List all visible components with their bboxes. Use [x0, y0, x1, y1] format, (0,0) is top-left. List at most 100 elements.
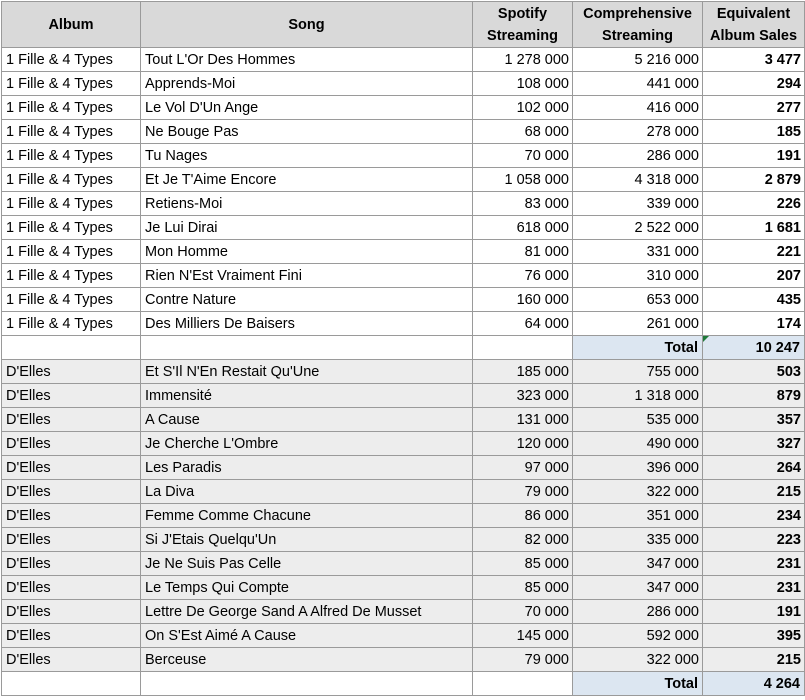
cell-album[interactable]: 1 Fille & 4 Types	[1, 95, 141, 120]
cell-comprehensive-streaming[interactable]: 535 000	[572, 407, 703, 432]
cell-comprehensive-streaming[interactable]: 416 000	[572, 95, 703, 120]
cell-song[interactable]: Mon Homme	[140, 239, 473, 264]
col-header-comprehensive[interactable]: Comprehensive Streaming	[572, 1, 703, 48]
cell-comprehensive-streaming[interactable]: 339 000	[572, 191, 703, 216]
cell-comprehensive-streaming[interactable]: 490 000	[572, 431, 703, 456]
cell-album[interactable]: 1 Fille & 4 Types	[1, 311, 141, 336]
cell-song[interactable]: Je Lui Dirai	[140, 215, 473, 240]
cell-comprehensive-streaming[interactable]: 5 216 000	[572, 47, 703, 72]
cell-spotify-streaming[interactable]: 85 000	[472, 575, 573, 600]
cell-spotify-streaming[interactable]: 68 000	[472, 119, 573, 144]
col-header-song[interactable]: Song	[140, 1, 473, 48]
cell-song[interactable]: Femme Comme Chacune	[140, 503, 473, 528]
cell-spotify-streaming[interactable]: 85 000	[472, 551, 573, 576]
cell-equivalent-album-sales[interactable]: 277	[702, 95, 805, 120]
cell-spotify-streaming[interactable]: 70 000	[472, 599, 573, 624]
cell-spotify-streaming[interactable]: 82 000	[472, 527, 573, 552]
cell-comprehensive-streaming[interactable]: 322 000	[572, 647, 703, 672]
cell-song[interactable]: Je Cherche L'Ombre	[140, 431, 473, 456]
cell-spotify-streaming[interactable]: 83 000	[472, 191, 573, 216]
cell-equivalent-album-sales[interactable]: 185	[702, 119, 805, 144]
cell-album[interactable]: D'Elles	[1, 647, 141, 672]
cell-equivalent-album-sales[interactable]: 2 879	[702, 167, 805, 192]
cell-spotify-streaming[interactable]: 64 000	[472, 311, 573, 336]
cell-song[interactable]: Apprends-Moi	[140, 71, 473, 96]
cell-album[interactable]: 1 Fille & 4 Types	[1, 215, 141, 240]
cell-song[interactable]: La Diva	[140, 479, 473, 504]
cell-equivalent-album-sales[interactable]: 3 477	[702, 47, 805, 72]
cell-song[interactable]: Contre Nature	[140, 287, 473, 312]
cell-song[interactable]: Et S'Il N'En Restait Qu'Une	[140, 359, 473, 384]
cell-comprehensive-streaming[interactable]: 335 000	[572, 527, 703, 552]
total-value[interactable]: 10 247	[702, 335, 805, 360]
cell-spotify-streaming[interactable]: 102 000	[472, 95, 573, 120]
cell-equivalent-album-sales[interactable]: 327	[702, 431, 805, 456]
cell-equivalent-album-sales[interactable]: 215	[702, 647, 805, 672]
cell-song[interactable]: On S'Est Aimé A Cause	[140, 623, 473, 648]
cell-album[interactable]: D'Elles	[1, 503, 141, 528]
cell-equivalent-album-sales[interactable]: 191	[702, 143, 805, 168]
cell-song[interactable]: Tout L'Or Des Hommes	[140, 47, 473, 72]
cell-spotify-streaming[interactable]: 160 000	[472, 287, 573, 312]
cell-equivalent-album-sales[interactable]: 435	[702, 287, 805, 312]
cell-album[interactable]: 1 Fille & 4 Types	[1, 119, 141, 144]
cell-equivalent-album-sales[interactable]: 234	[702, 503, 805, 528]
cell-equivalent-album-sales[interactable]: 264	[702, 455, 805, 480]
cell-album[interactable]: 1 Fille & 4 Types	[1, 287, 141, 312]
cell-equivalent-album-sales[interactable]: 191	[702, 599, 805, 624]
total-label[interactable]: Total	[572, 671, 703, 696]
cell-song[interactable]: Tu Nages	[140, 143, 473, 168]
cell-comprehensive-streaming[interactable]: 592 000	[572, 623, 703, 648]
cell-equivalent-album-sales[interactable]: 879	[702, 383, 805, 408]
cell-album[interactable]: D'Elles	[1, 527, 141, 552]
cell-album[interactable]: 1 Fille & 4 Types	[1, 263, 141, 288]
cell-song[interactable]: Immensité	[140, 383, 473, 408]
cell-equivalent-album-sales[interactable]: 294	[702, 71, 805, 96]
cell-equivalent-album-sales[interactable]: 207	[702, 263, 805, 288]
cell-album[interactable]: D'Elles	[1, 455, 141, 480]
col-header-album[interactable]: Album	[1, 1, 141, 48]
cell-comprehensive-streaming[interactable]: 261 000	[572, 311, 703, 336]
cell-spotify-streaming[interactable]: 76 000	[472, 263, 573, 288]
cell-equivalent-album-sales[interactable]: 231	[702, 551, 805, 576]
cell-comprehensive-streaming[interactable]: 2 522 000	[572, 215, 703, 240]
cell-song[interactable]: Des Milliers De Baisers	[140, 311, 473, 336]
cell-song[interactable]: Retiens-Moi	[140, 191, 473, 216]
cell-comprehensive-streaming[interactable]: 310 000	[572, 263, 703, 288]
cell-song[interactable]: Le Vol D'Un Ange	[140, 95, 473, 120]
cell-spotify-streaming[interactable]: 185 000	[472, 359, 573, 384]
cell-equivalent-album-sales[interactable]: 221	[702, 239, 805, 264]
cell-empty[interactable]	[472, 335, 573, 360]
cell-empty[interactable]	[1, 671, 141, 696]
cell-spotify-streaming[interactable]: 1 278 000	[472, 47, 573, 72]
cell-album[interactable]: D'Elles	[1, 551, 141, 576]
cell-song[interactable]: Rien N'Est Vraiment Fini	[140, 263, 473, 288]
cell-equivalent-album-sales[interactable]: 503	[702, 359, 805, 384]
cell-equivalent-album-sales[interactable]: 1 681	[702, 215, 805, 240]
cell-comprehensive-streaming[interactable]: 286 000	[572, 143, 703, 168]
col-header-equivalent[interactable]: Equivalent Album Sales	[702, 1, 805, 48]
cell-comprehensive-streaming[interactable]: 1 318 000	[572, 383, 703, 408]
cell-spotify-streaming[interactable]: 79 000	[472, 647, 573, 672]
cell-song[interactable]: Je Ne Suis Pas Celle	[140, 551, 473, 576]
cell-spotify-streaming[interactable]: 618 000	[472, 215, 573, 240]
cell-spotify-streaming[interactable]: 79 000	[472, 479, 573, 504]
cell-spotify-streaming[interactable]: 97 000	[472, 455, 573, 480]
cell-album[interactable]: D'Elles	[1, 359, 141, 384]
cell-comprehensive-streaming[interactable]: 278 000	[572, 119, 703, 144]
cell-album[interactable]: 1 Fille & 4 Types	[1, 167, 141, 192]
cell-comprehensive-streaming[interactable]: 322 000	[572, 479, 703, 504]
cell-spotify-streaming[interactable]: 120 000	[472, 431, 573, 456]
cell-album[interactable]: D'Elles	[1, 599, 141, 624]
cell-equivalent-album-sales[interactable]: 223	[702, 527, 805, 552]
cell-album[interactable]: D'Elles	[1, 431, 141, 456]
cell-spotify-streaming[interactable]: 1 058 000	[472, 167, 573, 192]
cell-spotify-streaming[interactable]: 108 000	[472, 71, 573, 96]
cell-comprehensive-streaming[interactable]: 347 000	[572, 551, 703, 576]
total-value[interactable]: 4 264	[702, 671, 805, 696]
cell-equivalent-album-sales[interactable]: 395	[702, 623, 805, 648]
cell-song[interactable]: Le Temps Qui Compte	[140, 575, 473, 600]
cell-equivalent-album-sales[interactable]: 231	[702, 575, 805, 600]
cell-album[interactable]: D'Elles	[1, 575, 141, 600]
cell-empty[interactable]	[472, 671, 573, 696]
